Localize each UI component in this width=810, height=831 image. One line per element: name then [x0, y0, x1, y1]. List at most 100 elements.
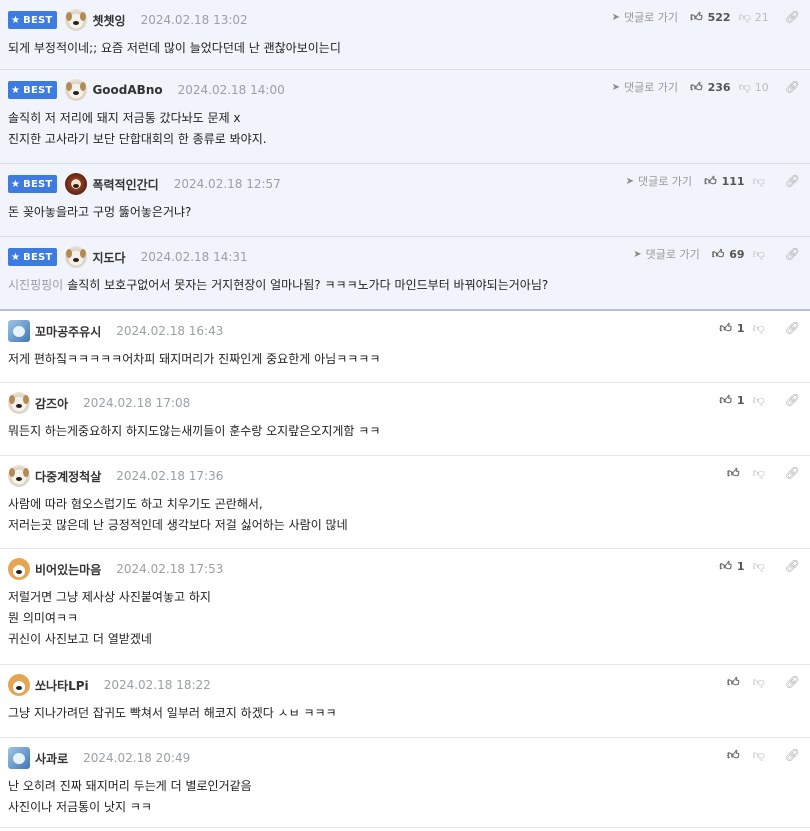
- link-icon[interactable]: 🔗︎: [785, 321, 800, 335]
- comment-header: 다중계정척살 2024.02.18 17:36: [8, 465, 800, 487]
- best-badge: ★ BEST: [8, 81, 58, 99]
- comment-actions: ➤ 댓글로 가기 👍︎ 69 👎︎ 🔗︎: [633, 245, 800, 263]
- nickname[interactable]: 비어있는마음: [35, 561, 101, 578]
- like-button[interactable]: 👍︎ 111: [704, 174, 745, 189]
- thumbs-down-icon: 👎︎: [752, 674, 765, 689]
- dislike-button[interactable]: 👎︎ 10: [739, 80, 769, 95]
- comment-header: 비어있는마음 2024.02.18 17:53: [8, 558, 800, 580]
- comment-actions: ➤ 댓글로 가기 👍︎ 236 👎︎ 10 🔗︎: [612, 78, 800, 96]
- like-button[interactable]: 👍︎ 236: [690, 80, 731, 95]
- go-to-comment-link[interactable]: ➤ 댓글로 가기: [626, 173, 693, 189]
- dislike-button[interactable]: 👎︎: [753, 748, 769, 763]
- go-to-comment-link[interactable]: ➤ 댓글로 가기: [633, 246, 700, 262]
- comment-body: 솔직히 저 저리에 돼지 저금통 갔다놔도 문제 x 진지한 고사라기 보단 단…: [8, 108, 800, 150]
- shiba-avatar[interactable]: [8, 674, 30, 696]
- dog-avatar[interactable]: [8, 392, 30, 414]
- comment-actions: 👍︎ 1 👎︎ 🔗︎: [719, 557, 800, 575]
- best-comment: ★ BEST 지도다 2024.02.18 14:31 ➤ 댓글로 가기 👍︎ 69 👎︎ 🔗︎ 시…: [0, 237, 810, 311]
- comment-date: 2024.02.18 17:36: [116, 469, 224, 483]
- link-icon[interactable]: 🔗︎: [785, 174, 800, 188]
- best-badge-label: BEST: [23, 84, 53, 96]
- link-icon[interactable]: 🔗︎: [785, 247, 800, 261]
- comment: 다중계정척살 2024.02.18 17:36 👍︎ 👎︎ 🔗︎ 사람에 따라 혐오스럽기…: [0, 456, 810, 549]
- link-icon[interactable]: 🔗︎: [785, 748, 800, 762]
- thumbs-up-icon: 👍︎: [690, 79, 703, 94]
- like-button[interactable]: 👍︎ 1: [719, 321, 744, 336]
- star-icon: ★: [11, 178, 21, 190]
- comment-body: 되게 부정적이네;; 요즘 저런데 많이 늘었다던데 난 괜찮아보이는디: [8, 38, 800, 59]
- dislike-button[interactable]: 👎︎: [753, 174, 769, 189]
- comment-body: 뭐든지 하는게중요하지 하지도않는새끼들이 훈수랑 오지랖은오지게함 ㅋㅋ: [8, 421, 800, 442]
- comment-text: 저게 편하짘ㅋㅋㅋㅋㅋ어차피 돼지머리가 진짜인게 중요한게 아님ㅋㅋㅋㅋ: [8, 352, 381, 366]
- link-icon[interactable]: 🔗︎: [785, 559, 800, 573]
- nickname[interactable]: 쏘나타LPi: [35, 677, 89, 694]
- nickname[interactable]: 꼬마공주유시: [35, 323, 101, 340]
- dislike-button[interactable]: 👎︎: [753, 321, 769, 336]
- dislike-button[interactable]: 👎︎: [753, 393, 769, 408]
- picture-avatar[interactable]: [8, 747, 30, 769]
- thumbs-down-icon: 👎︎: [752, 392, 765, 407]
- dislike-count: 21: [754, 10, 769, 24]
- best-comment: ★ BEST GoodABno 2024.02.18 14:00 ➤ 댓글로 가기 👍︎ 23…: [0, 70, 810, 164]
- comment-date: 2024.02.18 14:31: [140, 250, 248, 264]
- dog-avatar[interactable]: [65, 79, 88, 101]
- go-to-comment-link[interactable]: ➤ 댓글로 가기: [612, 79, 679, 95]
- dog-avatar[interactable]: [8, 465, 30, 487]
- reply-arrow-icon: ➤: [633, 248, 642, 260]
- comment-body: 그냥 지나가려던 잡귀도 빡쳐서 일부러 해코지 하겠다 ㅅㅂ ㅋㅋㅋ: [8, 703, 800, 724]
- like-button[interactable]: 👍︎: [727, 748, 745, 763]
- nickname[interactable]: 사과로: [35, 750, 68, 767]
- comment-actions: 👍︎ 👎︎ 🔗︎: [727, 746, 800, 764]
- thumbs-down-icon: 👎︎: [738, 9, 751, 24]
- link-icon[interactable]: 🔗︎: [785, 80, 800, 94]
- comment-text: 사람에 따라 혐오스럽기도 하고 치우기도 곤란해서, 저러는곳 많은데 난 긍…: [8, 497, 348, 532]
- link-icon[interactable]: 🔗︎: [785, 393, 800, 407]
- nickname[interactable]: 감즈아: [35, 395, 68, 412]
- mention[interactable]: 시진핑핑이: [8, 278, 63, 292]
- comment-text: 그냥 지나가려던 잡귀도 빡쳐서 일부러 해코지 하겠다 ㅅㅂ ㅋㅋㅋ: [8, 706, 337, 720]
- like-button[interactable]: 👍︎ 522: [690, 10, 731, 25]
- best-badge-label: BEST: [23, 178, 53, 190]
- dislike-button[interactable]: 👎︎: [753, 247, 769, 262]
- comment-actions: ➤ 댓글로 가기 👍︎ 111 👎︎ 🔗︎: [626, 172, 800, 190]
- nickname[interactable]: GoodABno: [92, 83, 162, 97]
- comment-date: 2024.02.18 20:49: [83, 751, 191, 765]
- nickname[interactable]: 다중계정척살: [35, 468, 101, 485]
- comment-date: 2024.02.18 13:02: [140, 13, 248, 27]
- lion-avatar[interactable]: [65, 173, 88, 195]
- like-button[interactable]: 👍︎: [727, 675, 745, 690]
- like-button[interactable]: 👍︎ 69: [712, 247, 745, 262]
- like-button[interactable]: 👍︎ 1: [719, 393, 744, 408]
- go-to-comment-label: 댓글로 가기: [623, 81, 679, 94]
- thumbs-down-icon: 👎︎: [738, 79, 751, 94]
- go-to-comment-label: 댓글로 가기: [623, 11, 679, 24]
- comment-actions: 👍︎ 1 👎︎ 🔗︎: [719, 391, 800, 409]
- comment-actions: 👍︎ 👎︎ 🔗︎: [727, 464, 800, 482]
- comment-date: 2024.02.18 14:00: [177, 83, 285, 97]
- picture-avatar[interactable]: [8, 320, 30, 342]
- nickname[interactable]: 쳇쳇잉: [92, 12, 125, 29]
- dislike-button[interactable]: 👎︎: [753, 675, 769, 690]
- nickname[interactable]: 지도다: [92, 249, 125, 266]
- comment: 사과로 2024.02.18 20:49 👍︎ 👎︎ 🔗︎ 난 오히려 진짜 돼지머리 두…: [0, 738, 810, 828]
- thumbs-down-icon: 👎︎: [752, 320, 765, 335]
- dislike-button[interactable]: 👎︎: [753, 559, 769, 574]
- go-to-comment-link[interactable]: ➤ 댓글로 가기: [612, 9, 679, 25]
- like-button[interactable]: 👍︎: [727, 466, 745, 481]
- dog-avatar[interactable]: [65, 9, 88, 31]
- shiba-avatar[interactable]: [8, 558, 30, 580]
- comment-list: ★ BEST 쳇쳇잉 2024.02.18 13:02 ➤ 댓글로 가기 👍︎ 522 👎︎ 21…: [0, 0, 810, 828]
- reply-arrow-icon: ➤: [611, 11, 620, 23]
- dog-avatar[interactable]: [65, 246, 88, 268]
- link-icon[interactable]: 🔗︎: [785, 10, 800, 24]
- best-comment: ★ BEST 폭력적인간디 2024.02.18 12:57 ➤ 댓글로 가기 👍︎ 111 👎…: [0, 164, 810, 237]
- comment-date: 2024.02.18 17:53: [116, 562, 224, 576]
- nickname[interactable]: 폭력적인간디: [92, 176, 158, 193]
- link-icon[interactable]: 🔗︎: [785, 675, 800, 689]
- dislike-button[interactable]: 👎︎ 21: [739, 10, 769, 25]
- like-button[interactable]: 👍︎ 1: [719, 559, 744, 574]
- dislike-button[interactable]: 👎︎: [753, 466, 769, 481]
- best-badge: ★ BEST: [8, 248, 58, 266]
- link-icon[interactable]: 🔗︎: [785, 466, 800, 480]
- comment: 쏘나타LPi 2024.02.18 18:22 👍︎ 👎︎ 🔗︎ 그냥 지나가려던 잡귀도…: [0, 665, 810, 738]
